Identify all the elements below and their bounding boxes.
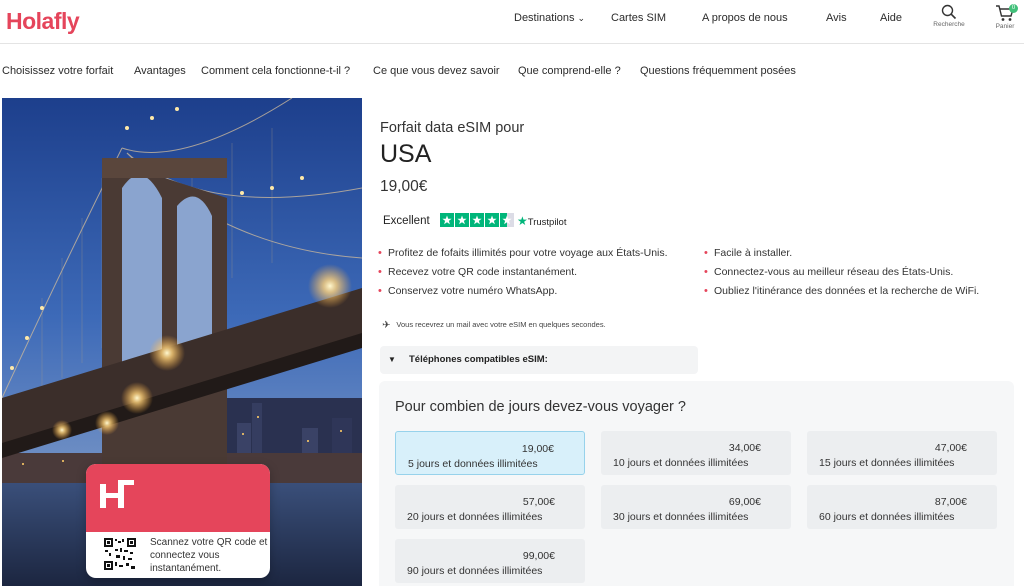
star-icon bbox=[455, 213, 469, 227]
subnav-choose-plan[interactable]: Choisissez votre forfait bbox=[2, 65, 113, 77]
triangle-down-icon: ▼ bbox=[388, 355, 396, 364]
benefit-item: Recevez votre QR code instantanément. bbox=[378, 266, 693, 279]
subnav-whats-included[interactable]: Que comprend-elle ? bbox=[518, 65, 621, 77]
chevron-down-icon: ⌄ bbox=[577, 13, 586, 23]
hero-image-brooklyn-bridge: Scannez votre QR code et connectez vous … bbox=[2, 98, 362, 586]
nav-destinations-label: Destinations bbox=[514, 12, 575, 24]
plan-option-60-days[interactable]: 87,00€ 60 jours et données illimitées bbox=[807, 485, 997, 529]
half-star-icon bbox=[500, 213, 514, 227]
subnav-faq[interactable]: Questions fréquemment posées bbox=[640, 65, 796, 77]
plan-name: 20 jours et données illimitées bbox=[407, 511, 543, 523]
trustpilot-brand: ★Trustpilot bbox=[517, 214, 566, 228]
nav-cartes-sim[interactable]: Cartes SIM bbox=[611, 12, 666, 24]
trustpilot-star-icon: ★ bbox=[517, 214, 528, 228]
benefit-item: Conservez votre numéro WhatsApp. bbox=[378, 285, 693, 298]
search-icon bbox=[941, 4, 957, 20]
subnav-what-to-know[interactable]: Ce que vous devez savoir bbox=[373, 65, 500, 77]
holafly-h-logo bbox=[100, 480, 134, 508]
plan-option-30-days[interactable]: 69,00€ 30 jours et données illimitées bbox=[601, 485, 791, 529]
plan-option-90-days[interactable]: 99,00€ 90 jours et données illimitées bbox=[395, 539, 585, 583]
plan-name: 15 jours et données illimitées bbox=[819, 457, 955, 469]
subnav-how-it-works[interactable]: Comment cela fonctionne-t-il ? bbox=[201, 65, 350, 77]
benefits-list-right: Facile à installer. Connectez-vous au me… bbox=[704, 247, 1014, 304]
holafly-logo[interactable]: Holafly bbox=[6, 8, 80, 35]
trustpilot-label: Excellent bbox=[383, 215, 430, 227]
plan-option-5-days[interactable]: 19,00€ 5 jours et données illimitées bbox=[395, 431, 585, 475]
product-price: 19,00€ bbox=[380, 178, 428, 195]
product-title: USA bbox=[380, 140, 432, 168]
compatible-phones-toggle[interactable]: ▼ Téléphones compatibles eSIM: bbox=[380, 346, 698, 374]
cart-count-badge: 0 bbox=[1009, 4, 1018, 13]
plan-name: 60 jours et données illimitées bbox=[819, 511, 955, 523]
plan-price: 34,00€ bbox=[728, 442, 761, 454]
qr-promo-card: Scannez votre QR code et connectez vous … bbox=[86, 464, 270, 578]
star-icon bbox=[440, 213, 454, 227]
benefit-item: Oubliez l'itinérance des données et la r… bbox=[704, 285, 1014, 298]
qr-code-icon bbox=[104, 538, 136, 570]
cart-button[interactable]: 0 Panier bbox=[988, 4, 1022, 30]
holafly-brand-banner bbox=[86, 464, 270, 532]
plan-name: 30 jours et données illimitées bbox=[613, 511, 749, 523]
plan-option-10-days[interactable]: 34,00€ 10 jours et données illimitées bbox=[601, 431, 791, 475]
trustpilot-brand-text: Trustpilot bbox=[527, 217, 567, 228]
trustpilot-stars bbox=[440, 213, 514, 227]
paper-plane-icon: ✈ bbox=[382, 320, 391, 331]
plan-name: 10 jours et données illimitées bbox=[613, 457, 749, 469]
site-header: Holafly Destinations ⌄ Cartes SIM A propo… bbox=[0, 0, 1024, 44]
search-button[interactable]: Recherche bbox=[932, 4, 966, 28]
plan-price: 19,00€ bbox=[521, 443, 554, 455]
nav-aide[interactable]: Aide bbox=[880, 12, 902, 24]
cart-label: Panier bbox=[995, 23, 1015, 30]
section-nav: Choisissez votre forfait Avantages Comme… bbox=[0, 44, 1024, 98]
benefit-item: Connectez-vous au meilleur réseau des Ét… bbox=[704, 266, 1014, 279]
star-icon bbox=[470, 213, 484, 227]
nav-destinations[interactable]: Destinations ⌄ bbox=[514, 12, 585, 24]
days-selector-panel: Pour combien de jours devez-vous voyager… bbox=[379, 381, 1014, 586]
plan-price: 99,00€ bbox=[522, 550, 555, 562]
plan-option-15-days[interactable]: 47,00€ 15 jours et données illimitées bbox=[807, 431, 997, 475]
plan-price: 69,00€ bbox=[728, 496, 761, 508]
product-subtitle: Forfait data eSIM pour bbox=[380, 120, 525, 136]
plan-price: 57,00€ bbox=[522, 496, 555, 508]
subnav-advantages[interactable]: Avantages bbox=[134, 65, 186, 77]
plan-name: 5 jours et données illimitées bbox=[408, 458, 538, 470]
star-icon bbox=[485, 213, 499, 227]
benefit-item: Facile à installer. bbox=[704, 247, 1014, 260]
plan-price: 87,00€ bbox=[934, 496, 967, 508]
nav-about[interactable]: A propos de nous bbox=[702, 12, 788, 24]
nav-avis[interactable]: Avis bbox=[826, 12, 847, 24]
days-selector-title: Pour combien de jours devez-vous voyager… bbox=[395, 399, 686, 415]
compatible-phones-label: Téléphones compatibles eSIM: bbox=[409, 354, 548, 365]
plan-option-20-days[interactable]: 57,00€ 20 jours et données illimitées bbox=[395, 485, 585, 529]
plan-name: 90 jours et données illimitées bbox=[407, 565, 543, 577]
email-delivery-text: Vous recevrez un mail avec votre eSIM en… bbox=[396, 320, 606, 329]
search-label: Recherche bbox=[933, 21, 965, 28]
benefit-item: Profitez de fofaits illimités pour votre… bbox=[378, 247, 693, 260]
qr-promo-text: Scannez votre QR code et connectez vous … bbox=[150, 537, 268, 574]
plan-price: 47,00€ bbox=[934, 442, 967, 454]
benefits-list-left: Profitez de fofaits illimités pour votre… bbox=[378, 247, 693, 304]
email-delivery-note: ✈ Vous recevrez un mail avec votre eSIM e… bbox=[382, 320, 606, 331]
